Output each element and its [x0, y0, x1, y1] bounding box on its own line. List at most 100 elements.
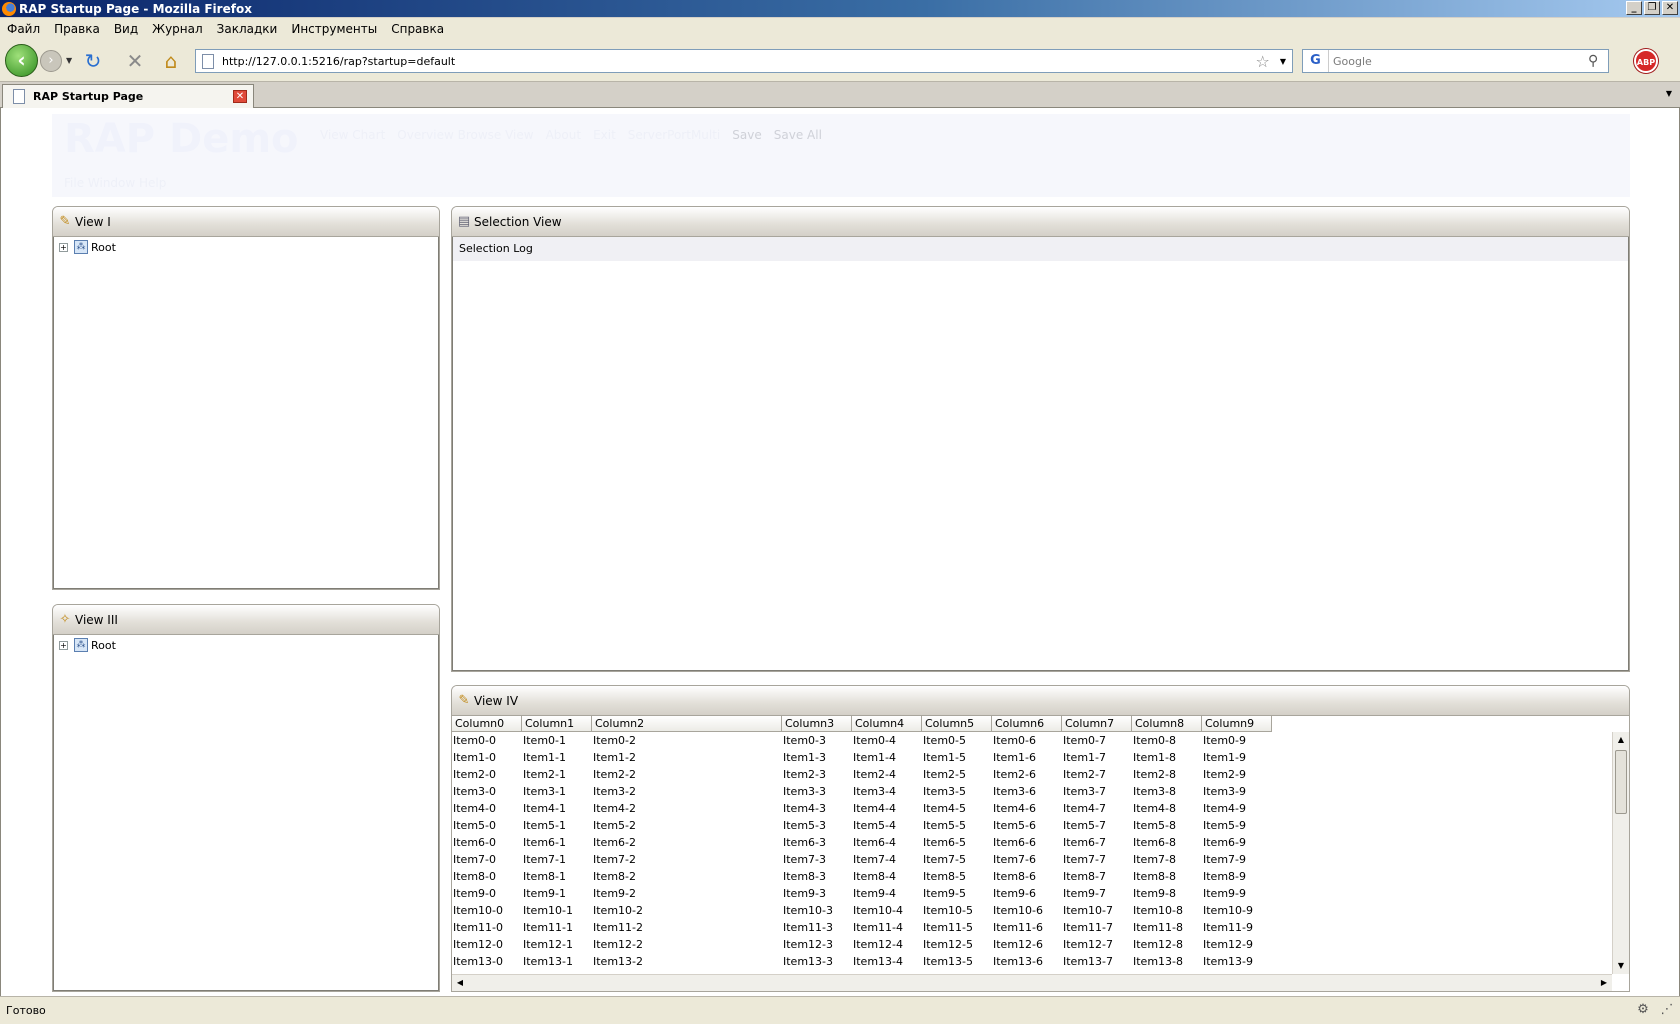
- banner-menu-item[interactable]: View Chart: [320, 128, 385, 142]
- minimize-button[interactable]: _: [1626, 1, 1642, 15]
- table-row[interactable]: Item1-0 Item1-1 Item1-2 Item1-3 Item1-4 Item1…: [452, 749, 1272, 766]
- table-cell: Item3-7: [1063, 785, 1107, 798]
- table-cell: Item13-4: [853, 955, 904, 968]
- menu-tools[interactable]: Инструменты: [284, 22, 384, 36]
- scroll-down-icon[interactable]: ▼: [1613, 958, 1629, 974]
- column-header[interactable]: Column0: [452, 716, 522, 732]
- menu-edit[interactable]: Правка: [47, 22, 107, 36]
- menubar: Файл Правка Вид Журнал Закладки Инструме…: [0, 18, 1680, 40]
- column-header[interactable]: Column5: [922, 716, 992, 732]
- scroll-right-icon[interactable]: ▶: [1596, 975, 1612, 991]
- url-input[interactable]: http://127.0.0.1:5216/rap?startup=defaul…: [222, 55, 1256, 68]
- table-cell: Item0-8: [1133, 734, 1177, 747]
- vertical-scrollbar[interactable]: ▲ ▼: [1612, 732, 1629, 974]
- expand-icon[interactable]: +: [59, 242, 68, 252]
- adblock-plus-icon[interactable]: ABP: [1634, 49, 1658, 73]
- table-cell: Item7-6: [993, 853, 1037, 866]
- table-cell: Item13-7: [1063, 955, 1114, 968]
- table-cell: Item4-1: [523, 802, 567, 815]
- expand-icon[interactable]: +: [59, 640, 68, 650]
- table-cell: Item3-1: [523, 785, 567, 798]
- table-row[interactable]: Item3-0 Item3-1 Item3-2 Item3-3 Item3-4 Item3…: [452, 783, 1272, 800]
- table-cell: Item6-6: [993, 836, 1037, 849]
- tree-item-root[interactable]: + ⁂ Root: [59, 240, 116, 254]
- menu-file[interactable]: Файл: [0, 22, 47, 36]
- table-row[interactable]: Item5-0 Item5-1 Item5-2 Item5-3 Item5-4 Item5…: [452, 817, 1272, 834]
- resize-grip-icon[interactable]: ⋰: [1658, 1001, 1676, 1019]
- table-cell: Item9-8: [1133, 887, 1177, 900]
- banner-menu-item[interactable]: ServerPortMulti: [628, 128, 720, 142]
- save-button[interactable]: Save: [732, 128, 761, 142]
- table-cell: Item11-5: [923, 921, 974, 934]
- restore-button[interactable]: ❐: [1644, 1, 1660, 15]
- stop-icon[interactable]: ✕: [122, 48, 148, 74]
- banner-menu-item[interactable]: Exit: [593, 128, 616, 142]
- table-row[interactable]: Item12-0 Item12-1 Item12-2 Item12-3 Item12-4…: [452, 936, 1272, 953]
- column-header[interactable]: Column4: [852, 716, 922, 732]
- scroll-left-icon[interactable]: ◀: [452, 975, 468, 991]
- star-icon[interactable]: ☆: [1256, 52, 1270, 71]
- url-dropdown-icon[interactable]: ▼: [1280, 57, 1286, 66]
- table-row[interactable]: Item6-0 Item6-1 Item6-2 Item6-3 Item6-4 Item6…: [452, 834, 1272, 851]
- view-3-header[interactable]: ✧ View III: [53, 605, 439, 635]
- column-header[interactable]: Column9: [1202, 716, 1272, 732]
- table-row[interactable]: Item9-0 Item9-1 Item9-2 Item9-3 Item9-4 Item9…: [452, 885, 1272, 902]
- menu-view[interactable]: Вид: [107, 22, 145, 36]
- column-header[interactable]: Column8: [1132, 716, 1202, 732]
- table-row[interactable]: Item7-0 Item7-1 Item7-2 Item7-3 Item7-4 Item7…: [452, 851, 1272, 868]
- table-cell: Item11-6: [993, 921, 1044, 934]
- tree-item-root[interactable]: + ⁂ Root: [59, 638, 116, 652]
- table-row[interactable]: Item10-0 Item10-1 Item10-2 Item10-3 Item10-4…: [452, 902, 1272, 919]
- search-input[interactable]: Google: [1329, 55, 1588, 68]
- back-arrow-icon[interactable]: ‹: [5, 44, 38, 77]
- table-row[interactable]: Item0-0 Item0-1 Item0-2 Item0-3 Item0-4 Item0…: [452, 732, 1272, 749]
- menu-help[interactable]: Справка: [384, 22, 451, 36]
- selection-view-header[interactable]: ▤ Selection View: [452, 207, 1629, 237]
- reload-icon[interactable]: ↻: [80, 48, 106, 74]
- save-all-button[interactable]: Save All: [774, 128, 822, 142]
- table-cell: Item1-3: [783, 751, 827, 764]
- menu-bookmarks[interactable]: Закладки: [210, 22, 285, 36]
- column-header[interactable]: Column3: [782, 716, 852, 732]
- table-row[interactable]: Item13-0 Item13-1 Item13-2 Item13-3 Item13-4…: [452, 953, 1272, 970]
- column-header[interactable]: Column6: [992, 716, 1062, 732]
- view-4-header[interactable]: ✎ View IV: [452, 686, 1629, 716]
- table-row[interactable]: Item4-0 Item4-1 Item4-2 Item4-3 Item4-4 Item4…: [452, 800, 1272, 817]
- table-cell: Item6-7: [1063, 836, 1107, 849]
- history-dropdown-icon[interactable]: ▼: [66, 56, 72, 65]
- window-titlebar: RAP Startup Page - Mozilla Firefox _ ❐ ✕: [0, 0, 1680, 17]
- forward-arrow-icon[interactable]: ›: [40, 50, 62, 72]
- column-header[interactable]: Column2: [592, 716, 782, 732]
- scroll-thumb[interactable]: [1615, 750, 1627, 814]
- table-cell: Item3-3: [783, 785, 827, 798]
- table-cell: Item3-0: [453, 785, 497, 798]
- table-row[interactable]: Item8-0 Item8-1 Item8-2 Item8-3 Item8-4 Item8…: [452, 868, 1272, 885]
- table-cell: Item13-1: [523, 955, 574, 968]
- close-tab-icon[interactable]: ✕: [233, 90, 247, 103]
- close-window-button[interactable]: ✕: [1662, 1, 1678, 15]
- tab-list-dropdown-icon[interactable]: ▼: [1660, 85, 1678, 105]
- column-header[interactable]: Column1: [522, 716, 592, 732]
- scroll-up-icon[interactable]: ▲: [1613, 732, 1629, 748]
- magnifier-icon[interactable]: ⚲: [1588, 53, 1608, 69]
- url-bar[interactable]: http://127.0.0.1:5216/rap?startup=defaul…: [195, 49, 1293, 73]
- table-cell: Item7-8: [1133, 853, 1177, 866]
- table-cell: Item13-8: [1133, 955, 1184, 968]
- banner-menu-item[interactable]: Overview Browse View: [397, 128, 533, 142]
- table-cell: Item7-3: [783, 853, 827, 866]
- table-row[interactable]: Item11-0 Item11-1 Item11-2 Item11-3 Item11-4…: [452, 919, 1272, 936]
- view-1-header[interactable]: ✎ View I: [53, 207, 439, 237]
- tab-rap-startup[interactable]: RAP Startup Page ✕: [2, 84, 254, 108]
- menu-history[interactable]: Журнал: [145, 22, 210, 36]
- google-engine-icon[interactable]: G: [1303, 50, 1329, 72]
- home-icon[interactable]: ⌂: [158, 48, 184, 74]
- view-4-panel: ✎ View IV Column0 Column1 Column2 Column3 Co…: [451, 685, 1630, 992]
- table-cell: Item0-5: [923, 734, 967, 747]
- table-cell: Item11-1: [523, 921, 574, 934]
- search-bar[interactable]: G Google ⚲: [1302, 49, 1609, 73]
- horizontal-scrollbar[interactable]: ◀ ▶: [452, 974, 1612, 991]
- column-header[interactable]: Column7: [1062, 716, 1132, 732]
- settings-icon[interactable]: ⚙: [1634, 1001, 1652, 1019]
- banner-menu-item[interactable]: About: [546, 128, 581, 142]
- table-row[interactable]: Item2-0 Item2-1 Item2-2 Item2-3 Item2-4 Item2…: [452, 766, 1272, 783]
